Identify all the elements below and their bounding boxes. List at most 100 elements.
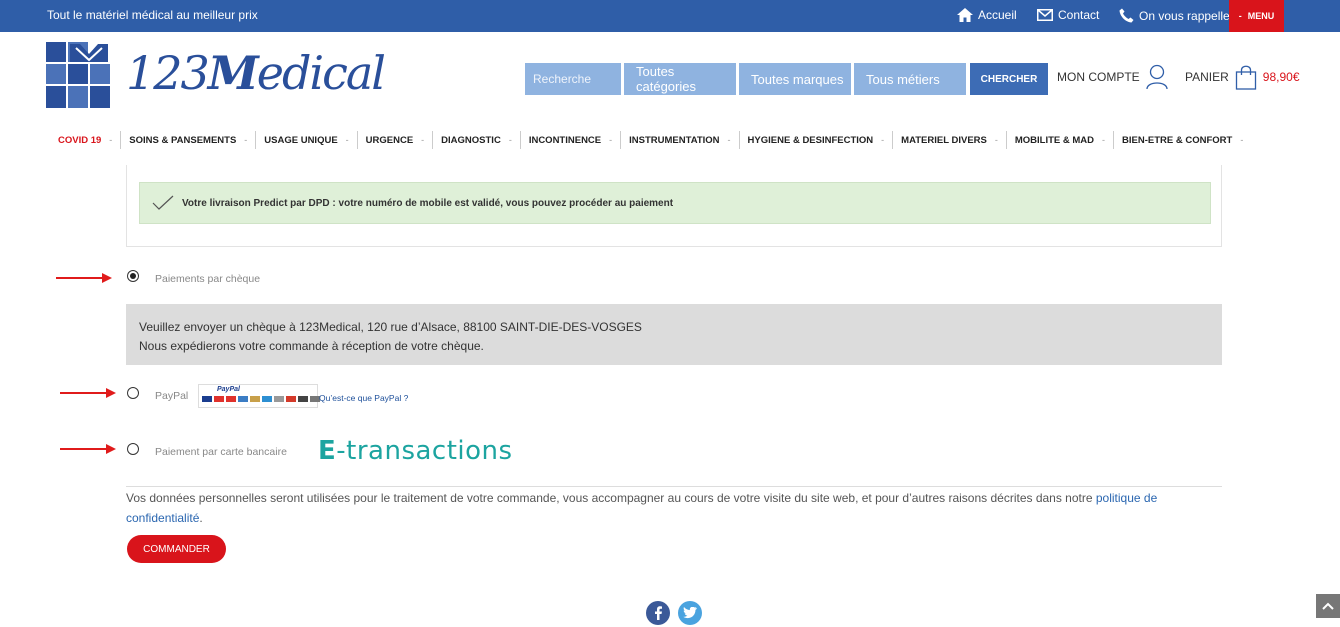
card-icon	[298, 396, 308, 402]
contact-link-label: Contact	[1058, 8, 1100, 22]
account-label: MON COMPTE	[1057, 70, 1140, 84]
privacy-text: Vos données personnelles seront utilisée…	[126, 491, 1096, 505]
cheque-label[interactable]: Paiements par chèque	[155, 273, 260, 285]
chevron-up-icon	[1322, 602, 1334, 610]
nav-item-label: INCONTINENCE	[528, 134, 602, 146]
checkmark-icon	[152, 195, 174, 210]
facebook-icon	[655, 606, 662, 620]
dash-icon: -	[881, 135, 885, 145]
card-label[interactable]: Paiement par carte bancaire	[155, 446, 287, 458]
account-link[interactable]: MON COMPTE	[1057, 64, 1168, 90]
home-link-label: Accueil	[978, 8, 1017, 22]
scroll-to-top-button[interactable]	[1316, 594, 1340, 618]
nav-item-covid[interactable]: COVID 19-	[50, 131, 120, 149]
dash-icon: -	[994, 135, 998, 145]
nav-item-label: BIEN-ETRE & CONFORT	[1122, 134, 1233, 146]
paypal-info-link[interactable]: Qu’est-ce que PayPal ?	[319, 393, 408, 403]
paypal-logos: PayPal	[198, 384, 320, 408]
home-icon	[957, 8, 973, 22]
nav-item-mobilite[interactable]: MOBILITE & MAD -	[1005, 131, 1113, 149]
amex-icon	[262, 396, 272, 402]
card-radio[interactable]	[127, 443, 139, 455]
red-arrow-icon	[60, 444, 116, 454]
callback-link-label: On vous rappelle	[1139, 8, 1230, 23]
card-icon	[286, 396, 296, 402]
callback-link[interactable]: On vous rappelle	[1119, 8, 1230, 23]
card-logos	[202, 396, 320, 402]
card-icon	[250, 396, 260, 402]
cheque-instruction-line: Nous expédierons votre commande à récept…	[139, 339, 484, 353]
dash-icon: -	[345, 135, 349, 145]
mail-icon	[1037, 9, 1053, 21]
maestro-icon	[226, 396, 236, 402]
dash-icon: -	[1240, 135, 1244, 145]
cart-link[interactable]: PANIER 98,90€	[1185, 64, 1300, 90]
paypal-label[interactable]: PayPal	[155, 390, 188, 402]
logo-rest: edical	[256, 46, 386, 100]
menu-button[interactable]: - MENU	[1229, 0, 1284, 32]
visa-icon	[202, 396, 212, 402]
contact-link[interactable]: Contact	[1037, 8, 1099, 22]
card-icon	[238, 396, 248, 402]
card-icon	[274, 396, 284, 402]
dash-icon: -	[244, 135, 248, 145]
search-button[interactable]: CHERCHER	[970, 63, 1048, 95]
nav-item-hygiene[interactable]: HYGIENE & DESINFECTION -	[738, 131, 893, 149]
success-alert: Votre livraison Predict par DPD : votre …	[139, 182, 1211, 224]
facebook-link[interactable]	[646, 601, 670, 625]
privacy-end: .	[199, 511, 203, 525]
nav-item-instrumentation[interactable]: INSTRUMENTATION -	[620, 131, 738, 149]
twitter-icon	[683, 607, 697, 619]
site-logo[interactable]: 123Medical	[46, 42, 386, 108]
dash-icon: -	[727, 135, 731, 145]
order-button[interactable]: COMMANDER	[127, 535, 226, 563]
privacy-notice: Vos données personnelles seront utilisée…	[126, 488, 1222, 528]
trade-select[interactable]: Tous métiers	[854, 63, 966, 95]
cheque-radio[interactable]	[127, 270, 139, 282]
category-select[interactable]: Toutes catégories	[624, 63, 736, 95]
dash-icon: -	[421, 135, 425, 145]
nav-item-label: DIAGNOSTIC	[441, 134, 501, 146]
cart-total: 98,90€	[1262, 70, 1300, 84]
divider	[126, 486, 1222, 487]
dash-icon: -	[508, 135, 512, 145]
twitter-link[interactable]	[678, 601, 702, 625]
nav-item-urgence[interactable]: URGENCE -	[356, 131, 433, 149]
paypal-logo-text: PayPal	[217, 386, 240, 393]
user-icon	[1146, 64, 1168, 90]
nav-item-diagnostic[interactable]: DIAGNOSTIC -	[432, 131, 520, 149]
menu-dash-icon: -	[1238, 11, 1242, 21]
dash-icon: -	[1102, 135, 1106, 145]
cheque-instruction-line: Veuillez envoyer un chèque à 123Medical,…	[139, 320, 642, 334]
nav-item-label: USAGE UNIQUE	[264, 134, 338, 146]
nav-item-bien-etre[interactable]: BIEN-ETRE & CONFORT -	[1113, 131, 1251, 149]
menu-button-label: MENU	[1247, 11, 1275, 21]
logo-number: 123	[126, 46, 210, 100]
dash-icon: -	[109, 135, 113, 145]
home-link[interactable]: Accueil	[957, 8, 1017, 22]
nav-item-label: MOBILITE & MAD	[1014, 134, 1095, 146]
logo-m: M	[207, 46, 259, 100]
shopping-bag-icon	[1235, 65, 1256, 90]
paypal-radio[interactable]	[127, 387, 139, 399]
nav-item-incontinence[interactable]: INCONTINENCE -	[519, 131, 620, 149]
etrans-rest: -transactions	[336, 436, 513, 466]
red-arrow-icon	[60, 388, 116, 398]
success-message: Votre livraison Predict par DPD : votre …	[182, 197, 674, 209]
brand-select[interactable]: Toutes marques	[739, 63, 851, 95]
nav-item-label: COVID 19	[58, 134, 102, 146]
nav-item-usage-unique[interactable]: USAGE UNIQUE -	[255, 131, 356, 149]
tagline: Tout le matériel médical au meilleur pri…	[47, 8, 258, 22]
cart-label: PANIER	[1185, 70, 1229, 84]
cheque-instructions: Veuillez envoyer un chèque à 123Medical,…	[126, 304, 1222, 365]
nav-item-label: SOINS & PANSEMENTS	[129, 134, 237, 146]
search-input[interactable]	[525, 63, 621, 95]
nav-item-label: URGENCE	[365, 134, 414, 146]
logo-grid-icon	[46, 42, 110, 108]
logo-wordmark: 123Medical	[126, 50, 386, 96]
nav-item-materiel-divers[interactable]: MATERIEL DIVERS -	[892, 131, 1006, 149]
nav-item-label: MATERIEL DIVERS	[901, 134, 987, 146]
category-nav: COVID 19- SOINS & PANSEMENTS - USAGE UNIQ…	[50, 131, 1251, 149]
nav-item-soins[interactable]: SOINS & PANSEMENTS -	[120, 131, 255, 149]
phone-icon	[1119, 8, 1134, 23]
